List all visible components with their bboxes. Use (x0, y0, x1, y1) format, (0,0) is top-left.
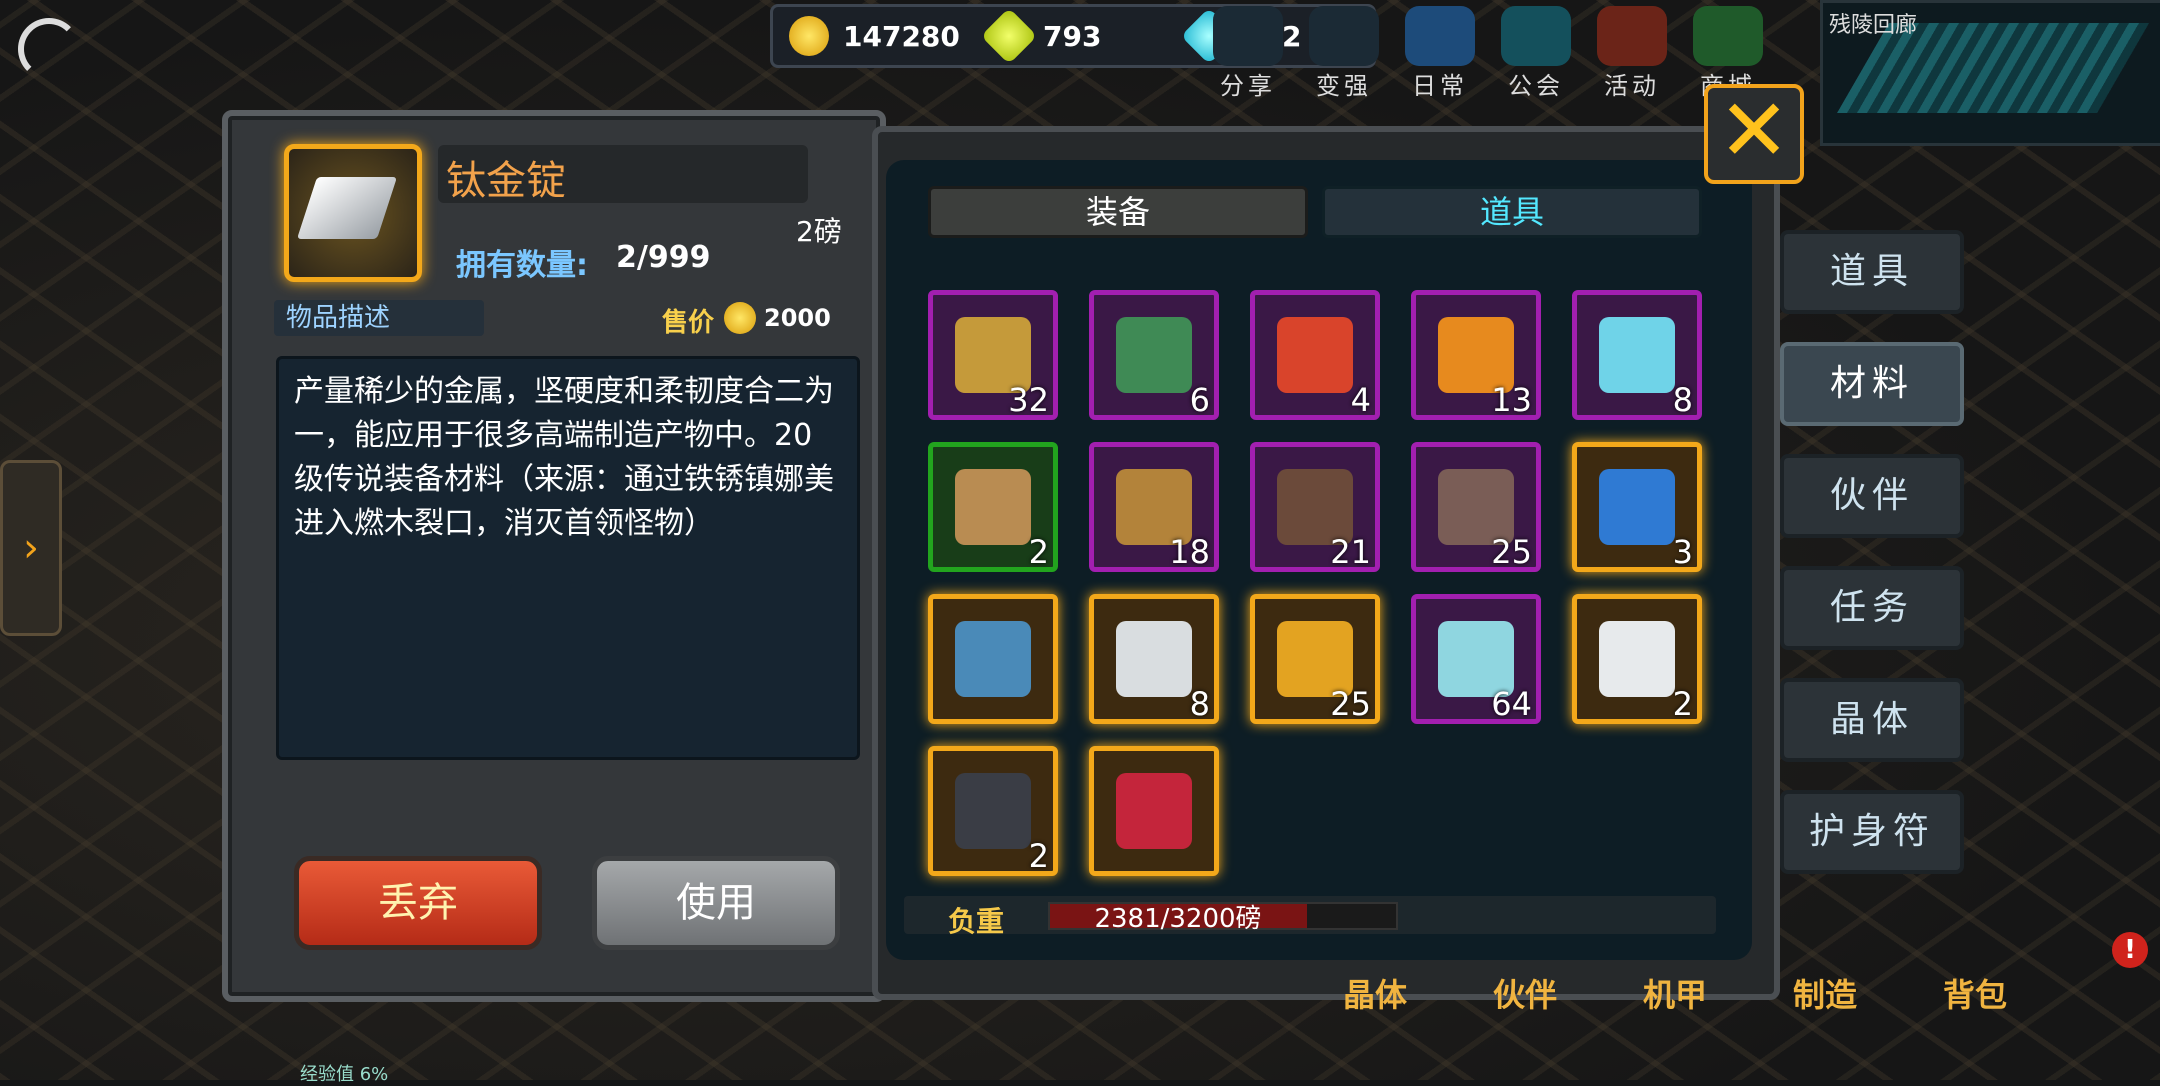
gift-icon (1597, 6, 1667, 66)
energy-cell-icon (1599, 317, 1675, 393)
inventory-slot[interactable]: 8 (1089, 594, 1219, 724)
gold-coin-icon (789, 16, 829, 56)
top-nav: 分享 变强 日常 公会 活动 商城 (1200, 0, 1776, 100)
minimap-title: 残陵回廊 (1829, 13, 1918, 38)
xp-label: 经验值 6% (300, 1064, 389, 1085)
share-button[interactable]: 分享 (1200, 0, 1296, 100)
inventory-slot[interactable]: 2 (928, 442, 1058, 572)
item-name: 钛金锭 (446, 158, 566, 204)
weight-label: 负重 (948, 905, 1005, 938)
own-count-value: 2/999 (616, 240, 711, 275)
red-chip-icon (1277, 317, 1353, 393)
slot-count: 8 (1672, 381, 1693, 419)
nav-crystals[interactable]: 晶体 (1300, 970, 1450, 1016)
question-icon (1405, 6, 1475, 66)
inventory-slot[interactable]: 8 (1572, 290, 1702, 420)
gem-currency: 793 (980, 7, 1173, 65)
use-button[interactable]: 使用 (592, 856, 840, 950)
close-icon: ✕ (1717, 81, 1791, 181)
fuel-can-icon (955, 469, 1031, 545)
inventory-slot[interactable]: 3 (1572, 442, 1702, 572)
daily-button[interactable]: 日常 (1392, 0, 1488, 100)
slot-count: 18 (1169, 533, 1210, 571)
side-tab-materials[interactable]: 材料 (1780, 342, 1964, 426)
green-chip-icon (1116, 317, 1192, 393)
alert-badge: ! (2112, 932, 2148, 968)
side-tab-tasks[interactable]: 任务 (1780, 566, 1964, 650)
slot-count: 32 (1008, 381, 1049, 419)
item-description: 产量稀少的金属，坚硬度和柔韧度合二为一，能应用于很多高端制造产物中。20级传说装… (294, 374, 834, 541)
nav-partners[interactable]: 伙伴 (1450, 970, 1600, 1016)
slot-count: 2 (1028, 837, 1049, 875)
slot-count: 25 (1491, 533, 1532, 571)
bottom-nav: 晶体 伙伴 机甲 制造 背包 (1300, 970, 2050, 1016)
inventory-slot[interactable]: 21 (1250, 442, 1380, 572)
slot-count: 64 (1491, 685, 1532, 723)
description-tab: 物品描述 (274, 300, 484, 336)
gold-currency: 147280 (789, 16, 973, 56)
fist-icon (1501, 6, 1571, 66)
cart-icon (1693, 6, 1763, 66)
titanium-ingot-icon (284, 144, 422, 282)
share-icon (1213, 6, 1283, 66)
red-crystal-ore-icon (1116, 773, 1192, 849)
inventory-slot[interactable] (928, 594, 1058, 724)
yellow-gem-icon (980, 7, 1038, 65)
slot-count: 13 (1491, 381, 1532, 419)
nav-craft[interactable]: 制造 (1750, 970, 1900, 1016)
gold-coin-icon (724, 302, 756, 334)
event-button[interactable]: 活动 (1584, 0, 1680, 100)
inventory-slot[interactable]: 6 (1089, 290, 1219, 420)
inventory-slot[interactable]: 18 (1089, 442, 1219, 572)
side-tab-crystals[interactable]: 晶体 (1780, 678, 1964, 762)
nav-backpack[interactable]: 背包 (1900, 970, 2050, 1016)
titanium-ingot-icon (1599, 621, 1675, 697)
blue-armor-icon (1599, 469, 1675, 545)
slot-count: 2 (1672, 685, 1693, 723)
item-weight: 2磅 (796, 215, 842, 248)
weight-text: 2381/3200磅 (1094, 904, 1262, 934)
slot-count: 8 (1189, 685, 1210, 723)
silver-ingot-icon (1116, 621, 1192, 697)
loading-icon (18, 18, 80, 80)
slot-count: 6 (1189, 381, 1210, 419)
dark-ore-icon (955, 773, 1031, 849)
inventory-slot[interactable]: 32 (928, 290, 1058, 420)
inventory-slot[interactable]: 64 (1411, 594, 1541, 724)
slot-count: 4 (1350, 381, 1371, 419)
strengthen-icon (1309, 6, 1379, 66)
tab-items[interactable]: 道具 (1322, 186, 1702, 238)
side-tab-amulets[interactable]: 护身符 (1780, 790, 1964, 874)
expand-left-button[interactable]: › (0, 460, 62, 636)
gold-amount: 147280 (843, 19, 960, 53)
gem-amount: 793 (1043, 19, 1102, 53)
close-button[interactable]: ✕ (1704, 84, 1804, 184)
inventory-slot[interactable]: 13 (1411, 290, 1541, 420)
side-tab-items[interactable]: 道具 (1780, 230, 1964, 314)
inventory-slot[interactable]: 2 (1572, 594, 1702, 724)
price-value: 2000 (764, 304, 831, 332)
slot-count: 25 (1330, 685, 1371, 723)
minimap[interactable]: 残陵回廊 (1820, 0, 2160, 146)
nav-mech[interactable]: 机甲 (1600, 970, 1750, 1016)
inventory-slot[interactable]: 25 (1411, 442, 1541, 572)
inventory-slot[interactable] (1089, 746, 1219, 876)
inventory-slot[interactable]: 4 (1250, 290, 1380, 420)
own-count-label: 拥有数量: (456, 248, 588, 283)
strengthen-button[interactable]: 变强 (1296, 0, 1392, 100)
price-label: 售价 (662, 308, 715, 338)
guild-button[interactable]: 公会 (1488, 0, 1584, 100)
slot-count: 3 (1672, 533, 1693, 571)
discard-button[interactable]: 丢弃 (294, 856, 542, 950)
inventory-slot[interactable]: 2 (928, 746, 1058, 876)
blue-ore-icon (955, 621, 1031, 697)
side-tab-partners[interactable]: 伙伴 (1780, 454, 1964, 538)
slot-count: 2 (1028, 533, 1049, 571)
slot-count: 21 (1330, 533, 1371, 571)
tab-equipment[interactable]: 装备 (928, 186, 1308, 238)
inventory-slot[interactable]: 25 (1250, 594, 1380, 724)
